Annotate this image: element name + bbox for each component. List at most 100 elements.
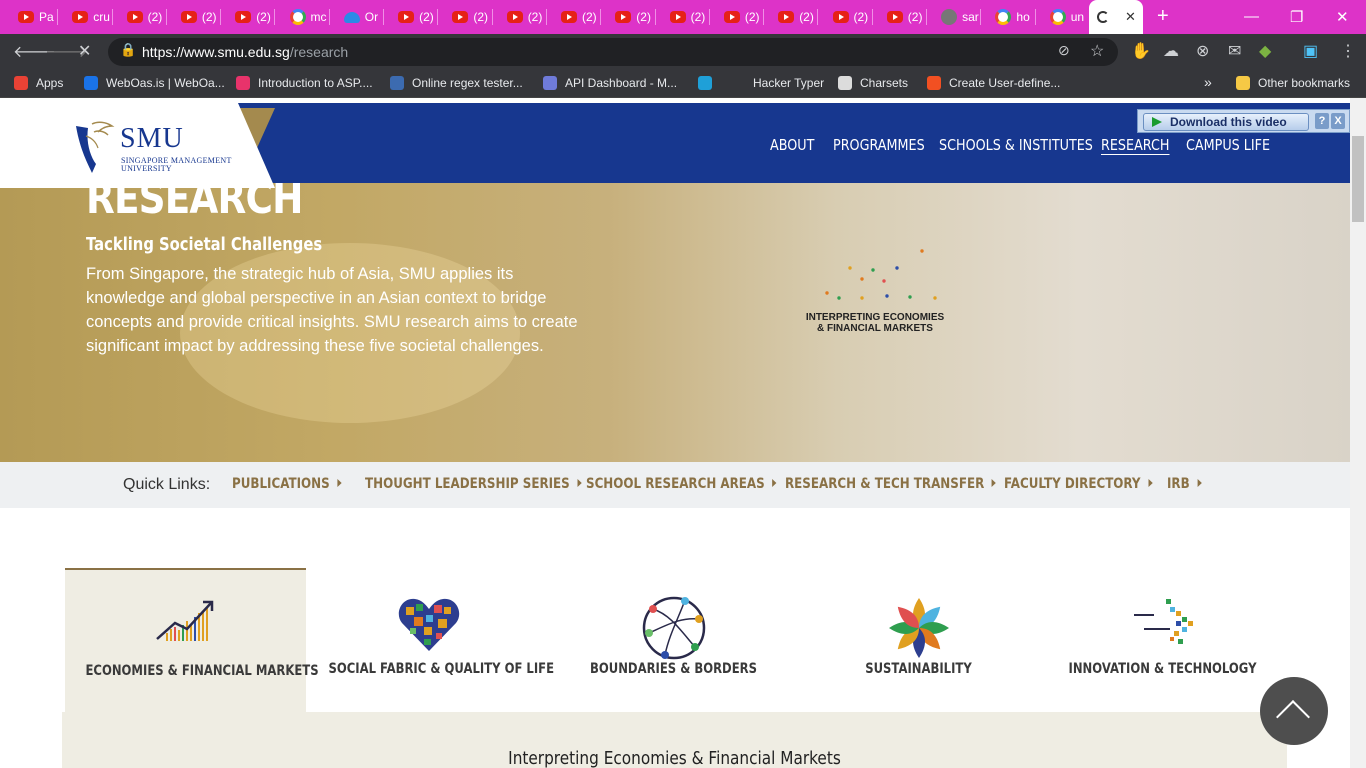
page-scrollbar[interactable] bbox=[1350, 98, 1366, 768]
quick-links-label: Quick Links: bbox=[123, 476, 211, 493]
new-tab-button[interactable]: + bbox=[1157, 5, 1169, 28]
other-bookmarks[interactable]: Other bookmarks bbox=[1236, 76, 1350, 90]
menu-icon[interactable]: ⋮ bbox=[1340, 41, 1356, 61]
browser-tab[interactable]: (2) bbox=[438, 3, 493, 31]
maximize-button[interactable]: ❐ bbox=[1290, 8, 1303, 26]
browser-tab[interactable]: ho bbox=[981, 3, 1036, 31]
quick-link-school-research[interactable]: SCHOOL RESEARCH AREAS bbox=[586, 476, 777, 492]
browser-tab[interactable]: (2) bbox=[656, 3, 710, 31]
extension-mail-icon[interactable]: ✉ bbox=[1228, 41, 1241, 61]
browser-tab[interactable]: cru bbox=[58, 3, 113, 31]
browser-tab[interactable]: mc bbox=[276, 3, 330, 31]
youtube-icon bbox=[18, 11, 34, 23]
web-page: RESEARCH Tackling Societal Challenges Fr… bbox=[0, 98, 1350, 768]
youtube-icon bbox=[506, 11, 523, 23]
browser-tab[interactable]: (2) bbox=[167, 3, 222, 31]
bookmark-label: Introduction to ASP.... bbox=[258, 76, 373, 90]
bookmark-label: Hacker Typer bbox=[753, 76, 825, 90]
browser-tab[interactable]: (2) bbox=[493, 3, 547, 31]
quick-links-bar: Quick Links: PUBLICATIONS THOUGHT LEADER… bbox=[0, 462, 1350, 508]
bookmark-item[interactable]: Charsets bbox=[838, 76, 908, 90]
browser-tab[interactable]: (2) bbox=[384, 3, 439, 31]
bookmark-item[interactable]: Hacker Typer bbox=[753, 76, 824, 90]
browser-tab[interactable]: (2) bbox=[819, 3, 873, 31]
hero-subtitle: Tackling Societal Challenges bbox=[86, 234, 323, 255]
nav-research[interactable]: RESEARCH bbox=[1101, 136, 1170, 154]
quick-link-tech-transfer[interactable]: RESEARCH & TECH TRANSFER bbox=[785, 476, 996, 492]
quick-link-irb[interactable]: IRB bbox=[1167, 476, 1202, 492]
bookmark-label: API Dashboard - M... bbox=[565, 76, 678, 90]
lock-icon[interactable]: 🔒 bbox=[120, 42, 136, 58]
google-icon bbox=[289, 9, 306, 25]
extension-adblock-icon[interactable]: ✋ bbox=[1131, 41, 1151, 61]
tab-close-icon[interactable]: ✕ bbox=[1125, 9, 1136, 25]
youtube-icon bbox=[561, 11, 577, 23]
extension-cs-icon[interactable]: ▣ bbox=[1303, 41, 1318, 61]
browser-tab[interactable]: (2) bbox=[221, 3, 276, 31]
browser-tab[interactable]: (2) bbox=[764, 3, 819, 31]
category-label-sustainability: SUSTAINABILITY bbox=[865, 661, 972, 677]
google-icon bbox=[995, 9, 1012, 25]
extension-circle-icon[interactable]: ⊗ bbox=[1196, 41, 1209, 61]
hero-banner: RESEARCH Tackling Societal Challenges Fr… bbox=[0, 173, 1350, 462]
browser-tab[interactable]: (2) bbox=[873, 3, 928, 31]
nav-about[interactable]: ABOUT bbox=[770, 136, 814, 154]
browser-tab[interactable]: un bbox=[1036, 3, 1090, 31]
browser-tab[interactable]: (2) bbox=[601, 3, 656, 31]
extension-cloud-icon[interactable]: ☁ bbox=[1163, 41, 1179, 61]
scrollbar-thumb[interactable] bbox=[1352, 136, 1364, 222]
bookmark-item[interactable]: API Dashboard - M... bbox=[543, 76, 677, 90]
quick-link-publications[interactable]: PUBLICATIONS bbox=[232, 476, 342, 492]
browser-tab[interactable]: sar bbox=[927, 3, 982, 31]
extension-color-icon[interactable]: ◆ bbox=[1259, 41, 1271, 61]
close-window-button[interactable]: ✕ bbox=[1336, 8, 1349, 26]
category-economies[interactable]: ECONOMIES & FINANCIAL MARKETS bbox=[65, 568, 319, 712]
nav-programmes[interactable]: PROGRAMMES bbox=[833, 136, 925, 154]
bookmark-item[interactable]: Create User-define... bbox=[927, 76, 1060, 90]
stop-loading-icon[interactable]: ✕ bbox=[78, 41, 91, 61]
url-text[interactable]: https://www.smu.edu.sg/research bbox=[142, 44, 348, 60]
bookmark-item[interactable]: WebOas.is | WebOa... bbox=[84, 76, 225, 90]
nav-schools-institutes[interactable]: SCHOOLS & INSTITUTES bbox=[939, 136, 1093, 154]
close-icon[interactable]: X bbox=[1331, 113, 1345, 129]
category-label-economies: ECONOMIES & FINANCIAL MARKETS bbox=[85, 663, 319, 679]
hero-logo-line2: & FINANCIAL MARKETS bbox=[817, 323, 933, 334]
category-sustainability[interactable]: SUSTAINABILITY bbox=[798, 568, 1039, 712]
browser-tab[interactable]: (2) bbox=[113, 3, 167, 31]
browser-tab[interactable]: (2) bbox=[547, 3, 602, 31]
rising-chart-icon bbox=[155, 600, 213, 641]
hero-description: From Singapore, the strategic hub of Asi… bbox=[86, 265, 578, 355]
download-video-button[interactable]: Download this video bbox=[1143, 113, 1309, 131]
quick-link-thought-leadership[interactable]: THOUGHT LEADERSHIP SERIES bbox=[365, 476, 582, 492]
quick-link-faculty-directory[interactable]: FACULTY DIRECTORY bbox=[1004, 476, 1152, 492]
star-icon[interactable]: ☆ bbox=[1090, 41, 1104, 61]
bookmarks-overflow-button[interactable]: » bbox=[1204, 74, 1212, 90]
heart-mosaic-icon bbox=[398, 598, 459, 651]
help-icon[interactable]: ? bbox=[1315, 113, 1329, 129]
category-social-fabric[interactable]: SOCIAL FABRIC & QUALITY OF LIFE bbox=[308, 568, 554, 712]
bookmark-label: Apps bbox=[36, 76, 64, 90]
category-boundaries[interactable]: BOUNDARIES & BORDERS bbox=[553, 568, 794, 712]
active-tab[interactable]: ✕ bbox=[1089, 0, 1143, 34]
logo-panel[interactable]: SMU SINGAPORE MANAGEMENT UNIVERSITY bbox=[0, 103, 275, 188]
youtube-icon bbox=[886, 11, 903, 23]
blocked-icon[interactable]: ⊘ bbox=[1058, 42, 1070, 59]
bookmark-item[interactable] bbox=[698, 76, 720, 90]
apps-grid-icon bbox=[14, 76, 28, 90]
browser-tab[interactable]: (2) bbox=[710, 3, 765, 31]
bookmark-item[interactable]: Online regex tester... bbox=[390, 76, 523, 90]
onedrive-icon bbox=[343, 11, 360, 23]
google-icon bbox=[1049, 9, 1066, 25]
bookmark-item[interactable]: Apps bbox=[14, 76, 63, 90]
browser-tab[interactable]: Or bbox=[330, 3, 385, 31]
address-bar[interactable]: 🔒 https://www.smu.edu.sg/research ⊘ ☆ bbox=[108, 38, 1118, 66]
category-innovation[interactable]: INNOVATION & TECHNOLOGY bbox=[1042, 568, 1283, 712]
nav-campus-life[interactable]: CAMPUS LIFE bbox=[1186, 136, 1270, 154]
tab-title: (2) bbox=[744, 10, 760, 24]
tab-title: mc bbox=[310, 10, 327, 24]
minimize-button[interactable]: — bbox=[1244, 8, 1259, 25]
browser-tab[interactable]: Pa bbox=[4, 3, 59, 31]
back-to-top-button[interactable] bbox=[1260, 677, 1328, 745]
bookmark-item[interactable]: Introduction to ASP.... bbox=[236, 76, 373, 90]
tab-title: cru bbox=[93, 10, 110, 24]
